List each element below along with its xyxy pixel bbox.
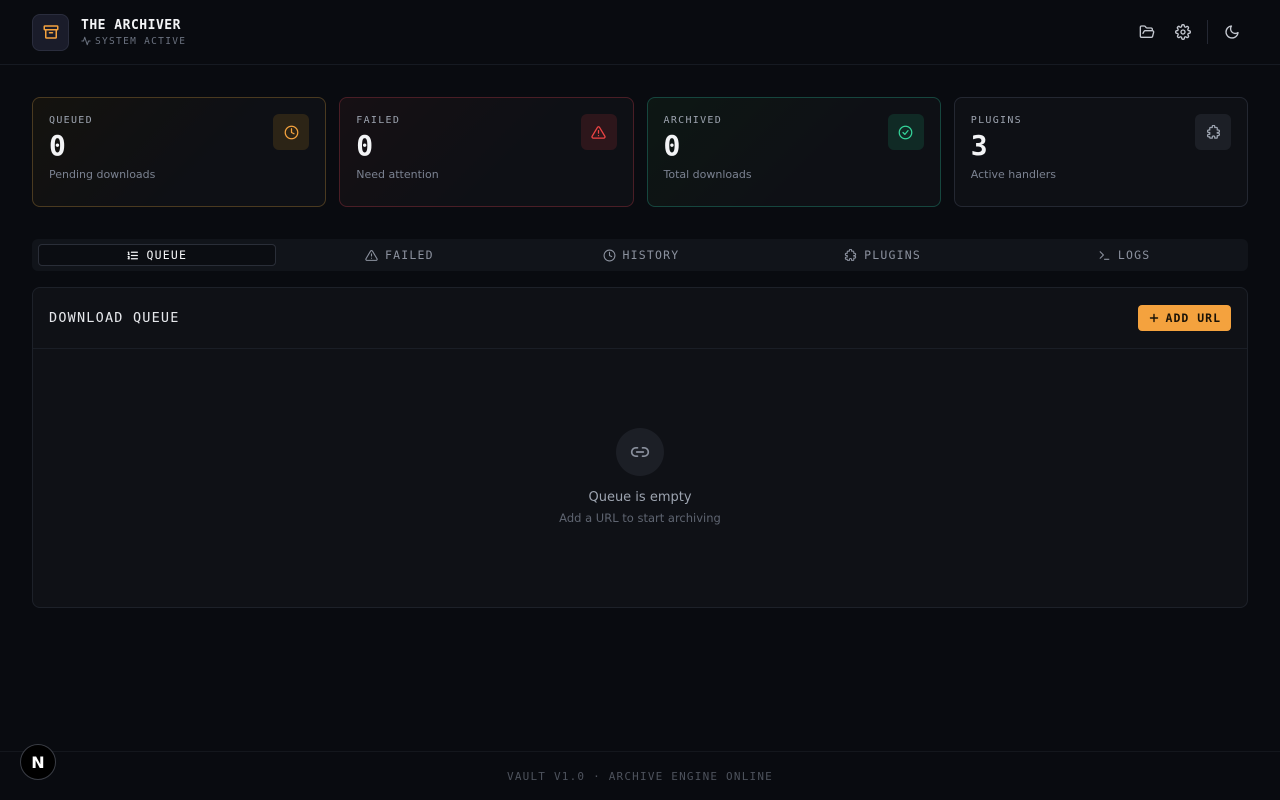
- stat-value: 3: [970, 129, 988, 162]
- stat-subtitle: Active handlers: [970, 168, 1057, 181]
- stat-card-failed: FAILED 0 Need attention: [339, 97, 634, 207]
- system-status: SYSTEM ACTIVE: [81, 36, 186, 47]
- open-folder-button[interactable]: [1131, 16, 1163, 48]
- archive-logo-icon: [32, 13, 69, 51]
- header-divider: [1207, 20, 1208, 44]
- folder-open-icon: [1139, 24, 1155, 40]
- header-actions: [1131, 16, 1248, 48]
- tab-failed[interactable]: FAILED: [282, 244, 518, 266]
- check-circle-icon: [887, 114, 924, 150]
- app-title: THE ARCHIVER: [81, 17, 181, 33]
- gear-icon: [1175, 24, 1191, 40]
- dev-tools-badge[interactable]: N: [20, 744, 56, 780]
- stat-subtitle: Need attention: [356, 168, 439, 181]
- stat-card-queued: QUEUED 0 Pending downloads: [32, 97, 327, 207]
- list-ordered-icon: [126, 249, 139, 262]
- clock-icon: [603, 249, 616, 262]
- stat-subtitle: Total downloads: [663, 168, 752, 181]
- stat-card-plugins: PLUGINS 3 Active handlers: [953, 97, 1248, 207]
- footer-status: VAULT V1.0 · ARCHIVE ENGINE ONLINE: [507, 769, 773, 783]
- tab-bar: QUEUE FAILED HISTORY PLUGINS LOGS: [32, 239, 1248, 271]
- puzzle-icon: [1195, 114, 1231, 150]
- empty-title: Queue is empty: [588, 490, 692, 505]
- theme-toggle-button[interactable]: [1216, 16, 1248, 48]
- stat-label: QUEUED: [49, 115, 93, 126]
- tab-label: QUEUE: [146, 248, 188, 262]
- system-status-label: SYSTEM ACTIVE: [95, 35, 187, 47]
- stat-value: 0: [356, 129, 374, 162]
- panel-title: DOWNLOAD QUEUE: [49, 310, 180, 326]
- stat-label: FAILED: [356, 115, 401, 126]
- panel-header: DOWNLOAD QUEUE ADD URL: [33, 288, 1247, 349]
- tab-history[interactable]: HISTORY: [523, 244, 759, 266]
- tab-label: PLUGINS: [864, 248, 922, 262]
- stat-card-archived: ARCHIVED 0 Total downloads: [646, 97, 941, 207]
- app-header: THE ARCHIVER SYSTEM ACTIVE: [0, 0, 1280, 65]
- tab-label: LOGS: [1117, 248, 1151, 262]
- tab-plugins[interactable]: PLUGINS: [765, 244, 1001, 266]
- footer: VAULT V1.0 · ARCHIVE ENGINE ONLINE: [0, 751, 1280, 800]
- moon-icon: [1224, 24, 1240, 40]
- stat-label: PLUGINS: [970, 115, 1022, 126]
- badge-letter: N: [31, 752, 45, 772]
- stats-row: QUEUED 0 Pending downloads FAILED 0 Need…: [32, 97, 1248, 207]
- stat-label: ARCHIVED: [663, 115, 723, 126]
- tab-label: FAILED: [385, 248, 434, 262]
- add-url-button[interactable]: ADD URL: [1137, 305, 1231, 331]
- activity-icon: [81, 36, 91, 46]
- settings-button[interactable]: [1167, 16, 1199, 48]
- add-url-label: ADD URL: [1165, 311, 1221, 325]
- stat-value: 0: [49, 129, 66, 162]
- tab-queue[interactable]: QUEUE: [38, 244, 276, 266]
- empty-state: Queue is empty Add a URL to start archiv…: [33, 428, 1247, 525]
- clock-icon: [273, 114, 310, 150]
- download-queue-panel: DOWNLOAD QUEUE ADD URL Queue is empty Ad…: [32, 287, 1248, 608]
- stat-subtitle: Pending downloads: [49, 168, 156, 181]
- brand: THE ARCHIVER SYSTEM ACTIVE: [81, 18, 186, 47]
- plus-icon: [1148, 312, 1160, 324]
- empty-subtitle: Add a URL to start archiving: [559, 511, 721, 525]
- stat-value: 0: [663, 129, 681, 162]
- tab-logs[interactable]: LOGS: [1006, 244, 1242, 266]
- warning-icon: [580, 114, 617, 150]
- terminal-icon: [1098, 249, 1111, 262]
- puzzle-icon: [844, 248, 857, 262]
- tab-label: HISTORY: [622, 248, 680, 262]
- warning-icon: [365, 249, 378, 262]
- link-icon: [616, 428, 664, 476]
